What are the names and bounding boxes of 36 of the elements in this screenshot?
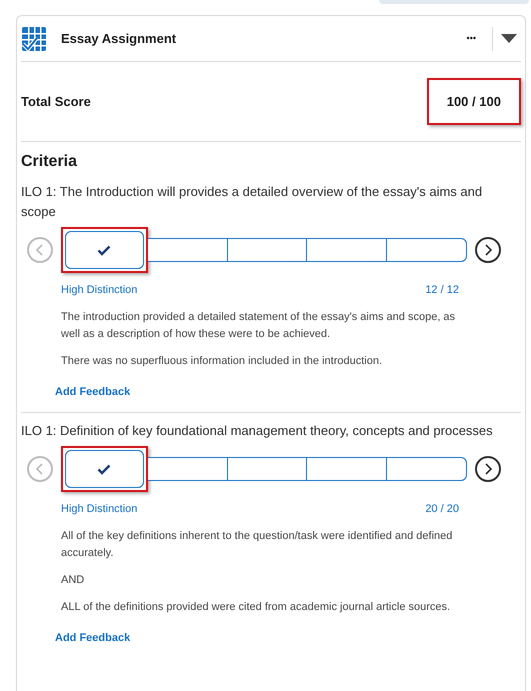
- checkmark-icon: [97, 464, 112, 474]
- level-option[interactable]: [387, 238, 467, 262]
- criteria-heading: Criteria: [21, 152, 78, 172]
- level-option[interactable]: [387, 457, 467, 481]
- level-description: AND: [61, 572, 86, 588]
- level-name: High Distinction: [61, 502, 138, 517]
- level-option[interactable]: [228, 238, 308, 262]
- total-score-label: Total Score: [21, 92, 91, 111]
- level-option[interactable]: [148, 457, 228, 481]
- level-option[interactable]: [148, 238, 228, 262]
- level-description: All of the key definitions inherent to the question/task were identified and defined accurately.: [61, 528, 454, 560]
- level-option[interactable]: [228, 457, 308, 481]
- total-score: 100 / 100: [426, 78, 521, 126]
- chevron-left-icon: [35, 244, 45, 256]
- criterion-title: ILO 1: The Introduction will provides a detailed overview of the essay's aims and scope: [21, 183, 484, 221]
- rubric-title: Essay Assignment: [61, 30, 176, 48]
- checkmark-icon: [97, 244, 112, 256]
- level-option[interactable]: [307, 238, 388, 262]
- add-feedback-link[interactable]: Add Feedback: [55, 384, 130, 400]
- next-level-button[interactable]: [475, 456, 501, 482]
- level-description: ALL of the definitions provided were cited from academic journal article sources.: [61, 600, 452, 614]
- chevron-right-icon: [483, 463, 493, 475]
- level-description: The introduction provided a detailed statement of the essay's aims and scope, as well as a description of how these were to be achieved.: [61, 310, 456, 342]
- chevron-right-icon: [483, 244, 493, 256]
- next-level-button[interactable]: [475, 237, 501, 263]
- dropdown-caret-icon[interactable]: [501, 34, 517, 43]
- level-name: High Distinction: [61, 283, 138, 298]
- add-feedback-link[interactable]: Add Feedback: [55, 630, 130, 646]
- chevron-left-icon: [35, 463, 45, 475]
- more-options-button[interactable]: •••: [458, 32, 484, 46]
- criterion-score: 12 / 12: [425, 283, 459, 298]
- level-option[interactable]: [307, 457, 388, 481]
- criterion-score: 20 / 20: [425, 502, 459, 517]
- rubric-grid-icon: [21, 26, 47, 52]
- criterion-title: ILO 1: Definition of key foundational management theory, concepts and processes: [21, 422, 494, 440]
- level-description: There was no superfluous information included in the introduction.: [61, 354, 384, 368]
